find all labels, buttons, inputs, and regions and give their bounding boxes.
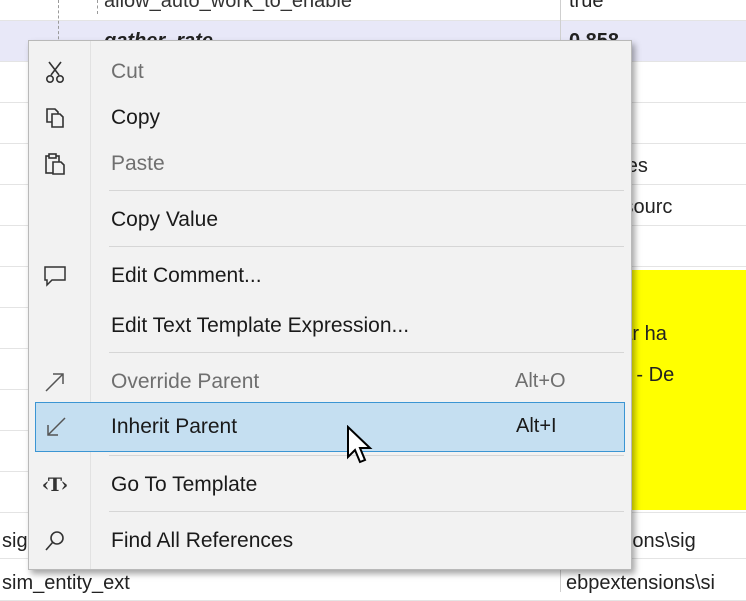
menu-item-go-to-template[interactable]: ‹T› Go To Template xyxy=(29,460,631,510)
menu-item-shortcut: Alt+I xyxy=(516,415,557,437)
menu-item-inherit-parent[interactable]: Inherit Parent Alt+I xyxy=(35,402,625,452)
menu-item-edit-comment[interactable]: Edit Comment... xyxy=(29,251,631,301)
mouse-cursor-icon xyxy=(347,425,373,464)
paste-icon xyxy=(35,144,75,184)
menu-separator xyxy=(109,246,624,247)
property-key-fragment: sig xyxy=(2,530,28,552)
menu-item-shortcut: Alt+O xyxy=(515,370,566,392)
menu-item-paste[interactable]: Paste xyxy=(29,139,631,189)
template-icon: ‹T› xyxy=(41,474,69,496)
menu-separator xyxy=(109,190,624,191)
menu-item-label: Go To Template xyxy=(111,473,258,496)
property-key: allow_auto_work_to_enable xyxy=(104,0,352,12)
copy-icon xyxy=(35,98,75,138)
menu-separator xyxy=(109,352,624,353)
menu-item-copy[interactable]: Copy xyxy=(29,93,631,143)
menu-item-find-all-references[interactable]: Find All References xyxy=(29,516,631,566)
menu-item-cut[interactable]: Cut xyxy=(29,47,631,97)
scissors-icon xyxy=(35,52,75,92)
menu-item-copy-value[interactable]: Copy Value xyxy=(29,195,631,245)
menu-separator xyxy=(109,511,624,512)
inherit-arrow-icon xyxy=(36,407,76,447)
menu-item-label: Edit Text Template Expression... xyxy=(111,314,410,337)
override-arrow-icon xyxy=(35,362,75,402)
search-icon xyxy=(35,521,75,561)
menu-item-edit-text-template-expression[interactable]: Edit Text Template Expression... xyxy=(29,301,631,351)
menu-item-override-parent[interactable]: Override Parent Alt+O xyxy=(29,357,631,407)
menu-item-label: Edit Comment... xyxy=(111,264,262,287)
context-menu: Cut Copy Paste Copy Value Edit Comment..… xyxy=(28,40,632,570)
menu-item-label: Override Parent xyxy=(111,370,260,393)
tree-guide-line xyxy=(97,0,98,14)
menu-item-label: Copy xyxy=(111,106,161,129)
menu-item-label: Inherit Parent xyxy=(111,415,238,438)
comment-icon xyxy=(35,256,75,296)
menu-item-label: Cut xyxy=(111,60,144,83)
menu-item-label: Paste xyxy=(111,152,165,175)
menu-item-label: Copy Value xyxy=(111,208,219,231)
menu-item-label: Find All References xyxy=(111,529,294,552)
property-value: true xyxy=(569,0,604,12)
